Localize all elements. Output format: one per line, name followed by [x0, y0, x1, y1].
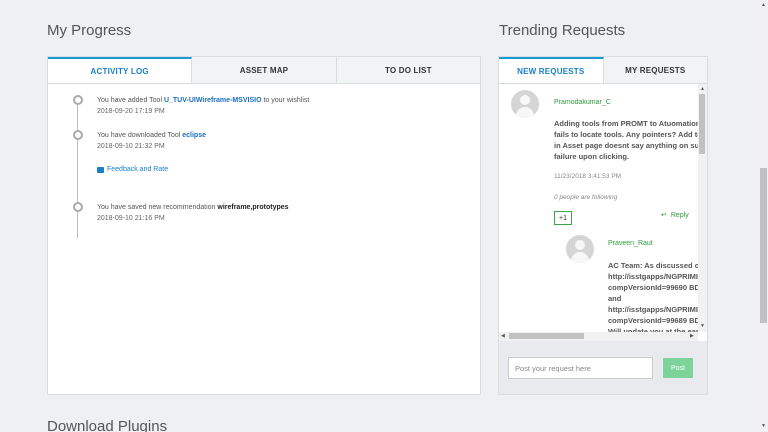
tab-new-requests[interactable]: NEW REQUESTS	[499, 57, 604, 83]
page-scrollbar[interactable]: ▲ ▼	[759, 0, 768, 432]
timeline-dot	[73, 95, 83, 105]
reply-button[interactable]: ↵ Reply	[661, 211, 689, 220]
progress-tabs: ACTIVITY LOG ASSET MAP TO DO LIST	[48, 57, 480, 84]
activity-tool-link[interactable]: U_TUV-UIWireframe-MSVISIO	[164, 97, 262, 104]
request-line: in Asset page doesnt say anything on suc	[554, 141, 704, 150]
scrollbar-thumb[interactable]	[509, 333, 584, 339]
my-progress-title: My Progress	[47, 22, 132, 39]
timeline-dot	[73, 130, 83, 140]
reply-line: AC Team: As discussed c	[608, 261, 699, 270]
request-line: fails to locate tools. Any pointers? Add…	[554, 130, 702, 139]
activity-date: 2018-09-10 21:32 PM	[97, 143, 165, 150]
requests-vertical-scrollbar[interactable]: ▲ ▼	[698, 84, 707, 332]
tab-my-requests[interactable]: MY REQUESTS	[603, 57, 707, 83]
scroll-left-icon[interactable]: ◀	[501, 333, 505, 339]
tab-activity-log[interactable]: ACTIVITY LOG	[48, 57, 193, 83]
scroll-down-icon[interactable]: ▼	[700, 323, 705, 329]
download-plugins-title: Download Plugins	[47, 418, 168, 432]
reply-username[interactable]: Praveen_Raut	[608, 240, 653, 247]
tab-to-do-list[interactable]: TO DO LIST	[336, 57, 480, 83]
activity-item: You have downloaded Tool eclipse 2018-09…	[97, 130, 206, 152]
post-button[interactable]: Post	[663, 358, 693, 378]
request-text: Adding tools from PROMT to Atuomation fa…	[554, 118, 703, 162]
reply-line: http://isstgapps/NGPRIMI	[608, 305, 698, 314]
activity-item: You have saved new recommendation wirefr…	[97, 202, 289, 224]
page-scrollbar-thumb[interactable]	[760, 168, 767, 323]
reply-icon: ↵	[661, 212, 667, 219]
activity-date: 2018-09-20 17:19 PM	[97, 108, 165, 115]
post-request-area: Post	[499, 341, 707, 394]
reply-line: http://isstgapps/NGPRIMI	[608, 272, 698, 281]
activity-recommendation: wireframe,prototypes	[217, 204, 289, 211]
requests-list: Pramodakumar_C Adding tools from PROMT t…	[499, 84, 707, 342]
plus-one-button[interactable]: +1	[554, 211, 572, 225]
request-line: failure upon clicking.	[554, 152, 630, 161]
avatar	[511, 90, 539, 118]
reply-label: Reply	[670, 211, 689, 219]
scroll-right-icon[interactable]: ▶	[690, 333, 694, 339]
activity-text: You have saved new recommendation	[97, 204, 218, 211]
scroll-up-icon[interactable]: ▲	[700, 86, 705, 92]
reply-line: compVersionId=99689 BD	[608, 316, 700, 325]
post-request-input[interactable]	[508, 357, 653, 379]
following-count: 0 people are following	[554, 194, 618, 201]
reply-line: compVersionId=99690 BD	[608, 283, 700, 292]
request-username[interactable]: Pramodakumar_C	[554, 99, 611, 106]
feedback-label: Feedback and Rate	[107, 166, 169, 173]
timeline-line	[77, 98, 78, 238]
reply-line: and	[608, 294, 622, 303]
tab-asset-map[interactable]: ASSET MAP	[192, 57, 337, 83]
request-tabs: NEW REQUESTS MY REQUESTS	[499, 57, 707, 84]
activity-text: to your wishlist	[261, 97, 310, 104]
trending-requests-title: Trending Requests	[499, 22, 626, 39]
scroll-up-icon[interactable]: ▲	[761, 2, 766, 8]
activity-item: You have added Tool U_TUV-UIWireframe-MS…	[97, 95, 309, 117]
chat-icon	[97, 166, 104, 173]
activity-date: 2018-09-10 21:16 PM	[97, 215, 165, 222]
reply-text: AC Team: As discussed c http://isstgapps…	[608, 260, 700, 337]
activity-text: You have added Tool	[97, 97, 164, 104]
feedback-rate-link[interactable]: Feedback and Rate	[97, 166, 168, 173]
scrollbar-thumb[interactable]	[699, 94, 705, 154]
activity-tool-link[interactable]: eclipse	[182, 132, 206, 139]
avatar	[566, 235, 594, 263]
scroll-down-icon[interactable]: ▼	[761, 423, 766, 429]
request-timestamp: 11/23/2018 3:41:53 PM	[554, 173, 622, 180]
activity-text: You have downloaded Tool	[97, 132, 183, 139]
request-line: Adding tools from PROMT to Atuomation	[554, 119, 701, 128]
timeline-dot	[73, 202, 83, 212]
requests-horizontal-scrollbar[interactable]: ◀ ▶	[499, 332, 698, 341]
